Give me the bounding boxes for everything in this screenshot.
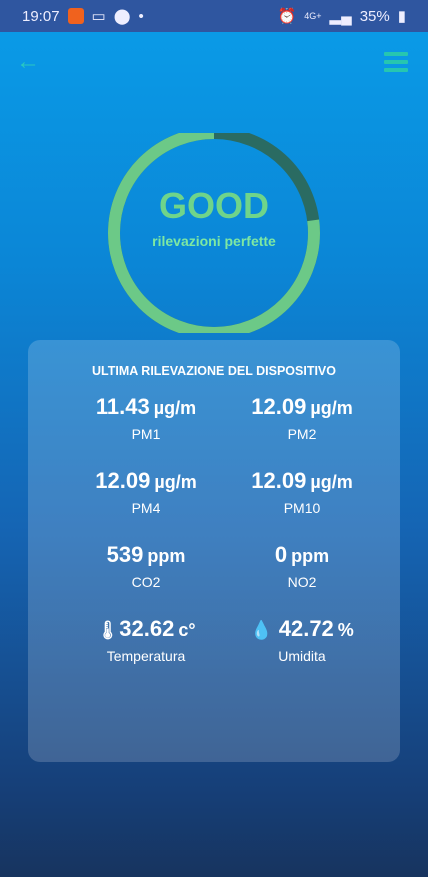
reading-unit: µg/m bbox=[154, 472, 197, 492]
dot-icon: • bbox=[138, 7, 144, 25]
network-label: 4G+ bbox=[304, 11, 322, 21]
reading-unit: µg/m bbox=[310, 398, 353, 418]
reading-value: 0 bbox=[274, 542, 288, 567]
alarm-icon: ⏰ bbox=[277, 8, 297, 25]
reading-no2: 0 ppm NO2 bbox=[224, 542, 380, 590]
reading-pm4: 12.09 µg/m PM4 bbox=[68, 468, 224, 516]
reading-unit: µg/m bbox=[153, 398, 197, 418]
signal-icon: ▂▄ bbox=[329, 8, 352, 25]
reading-label: PM4 bbox=[131, 500, 161, 516]
status-bar: 19:07 ▭ ⬤ • ⏰ 4G+ ▂▄ 35% ▮ bbox=[0, 0, 428, 32]
reading-value: 12.09 bbox=[95, 468, 151, 493]
reading-pm1: 11.43 µg/m PM1 bbox=[68, 394, 224, 442]
reading-value: 539 bbox=[106, 542, 144, 567]
reading-value: 11.43 bbox=[95, 394, 150, 419]
app-notification-icon bbox=[67, 8, 84, 24]
reading-label: Temperatura bbox=[106, 648, 186, 664]
reading-pm2: 12.09 µg/m PM2 bbox=[224, 394, 380, 442]
reading-pm10: 12.09 µg/m PM10 bbox=[224, 468, 380, 516]
reading-value: 32.62 bbox=[119, 616, 175, 641]
reading-unit: ppm bbox=[291, 546, 330, 566]
reading-unit: % bbox=[337, 620, 354, 640]
reading-value: 42.72 bbox=[278, 616, 334, 641]
last-reading-card: ULTIMA RILEVAZIONE DEL DISPOSITIVO 11.43… bbox=[28, 340, 400, 762]
reading-unit: c° bbox=[178, 620, 196, 640]
reading-label: NO2 bbox=[287, 574, 317, 590]
reading-label: PM2 bbox=[287, 426, 317, 442]
reading-label: PM10 bbox=[283, 500, 321, 516]
reading-co2: 539 ppm CO2 bbox=[68, 542, 224, 590]
quality-status: GOOD bbox=[158, 185, 269, 226]
reading-unit: ppm bbox=[147, 546, 186, 566]
back-arrow-icon[interactable]: ← bbox=[16, 48, 40, 76]
reading-label: PM1 bbox=[131, 426, 161, 442]
quality-subtitle: rilevazioni perfette bbox=[152, 233, 276, 249]
reading-unit: µg/m bbox=[310, 472, 353, 492]
status-time: 19:07 bbox=[22, 7, 60, 25]
battery-level: 35% bbox=[359, 7, 390, 25]
app-header: ← bbox=[0, 32, 428, 90]
water-drop-icon: 💧 bbox=[250, 620, 273, 640]
voicemail-icon: ▭ bbox=[91, 8, 106, 25]
reading-temperatura: 🌡32.62 c° Temperatura bbox=[68, 616, 224, 664]
reading-label: CO2 bbox=[131, 574, 161, 590]
reading-value: 12.09 bbox=[251, 468, 307, 493]
battery-icon: ▮ bbox=[397, 8, 406, 25]
thermometer-icon: 🌡 bbox=[96, 620, 120, 640]
reading-label: Umidita bbox=[278, 648, 326, 664]
reading-value: 12.09 bbox=[251, 394, 307, 419]
location-icon: ⬤ bbox=[113, 8, 131, 25]
card-title: ULTIMA RILEVAZIONE DEL DISPOSITIVO bbox=[92, 364, 336, 378]
reading-umidita: 💧 42.72% Umidita bbox=[224, 616, 380, 664]
menu-icon[interactable] bbox=[384, 52, 408, 76]
